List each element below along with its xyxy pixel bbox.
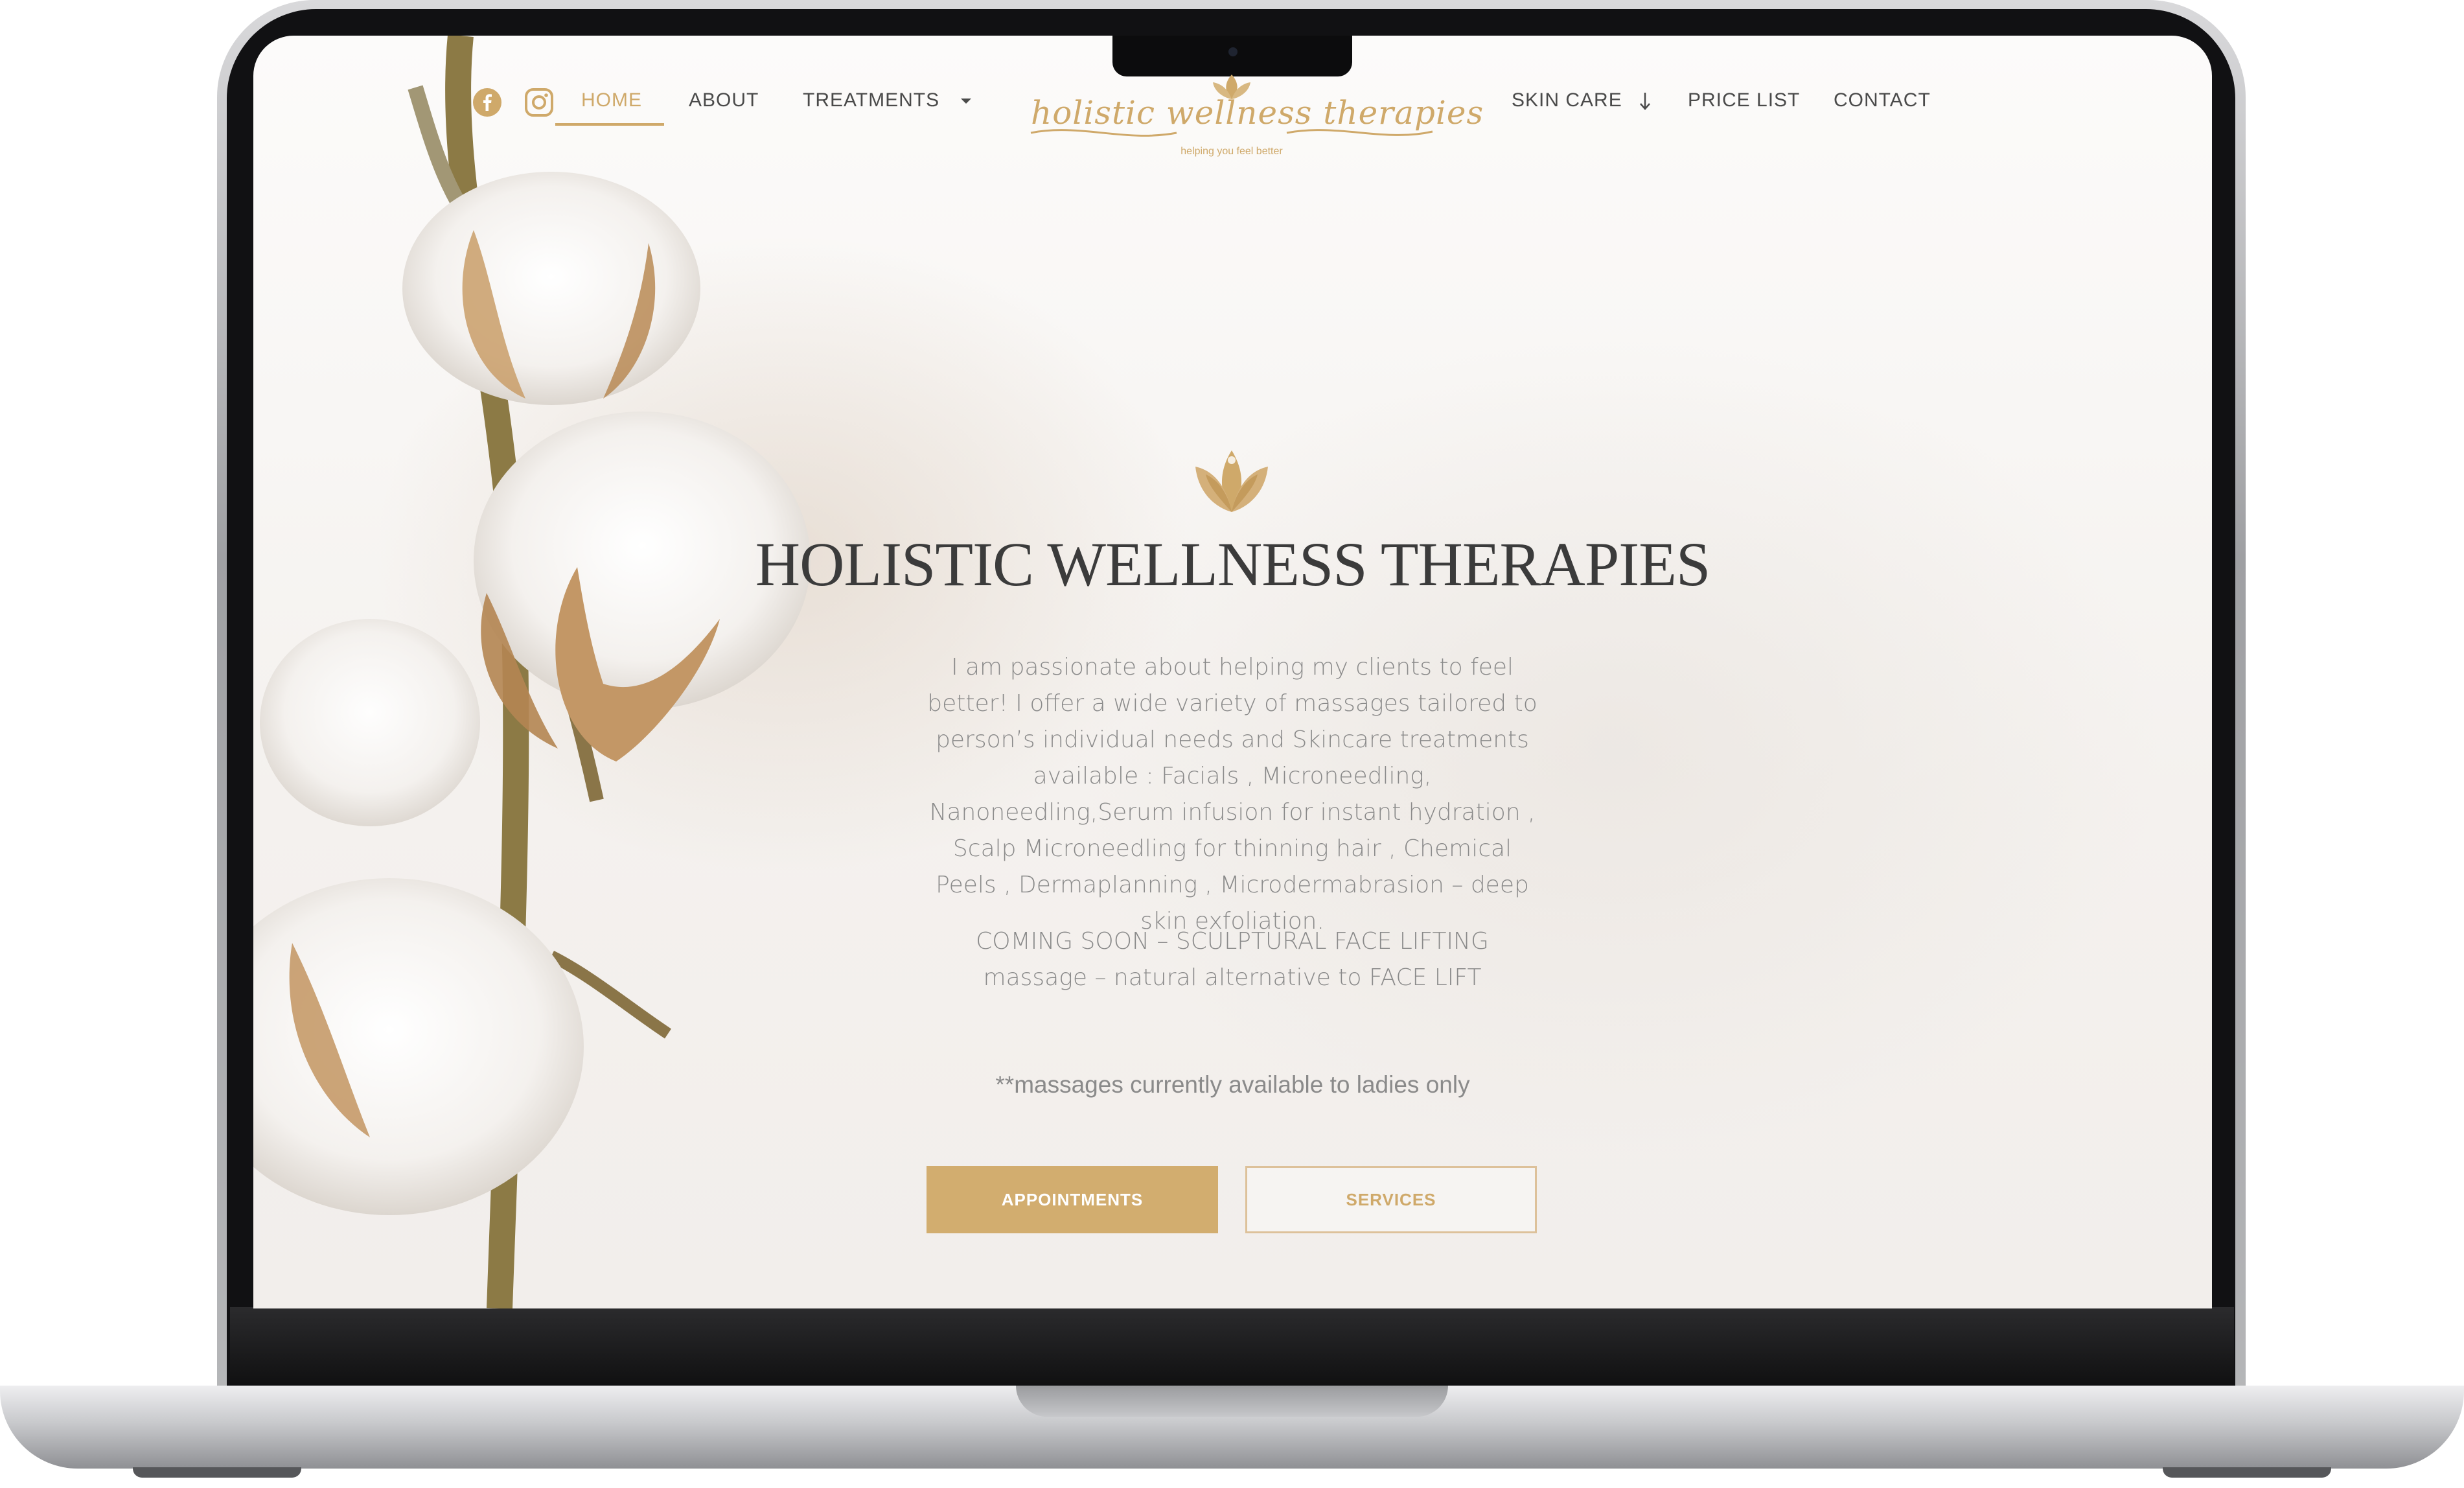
caret-down-icon [961, 99, 972, 104]
instagram-icon[interactable] [524, 87, 554, 117]
hero-title: HOLISTIC WELLNESS THERAPIES [755, 529, 1710, 599]
laptop-foot-right [2163, 1467, 2331, 1478]
nav-active-underline [555, 123, 664, 126]
services-button[interactable]: SERVICES [1245, 1166, 1537, 1233]
nav-skin-care[interactable]: SKIN CARE [1512, 89, 1652, 111]
nav-contact[interactable]: CONTACT [1834, 89, 1931, 111]
laptop-opening-notch [1016, 1386, 1448, 1417]
nav-about[interactable]: ABOUT [689, 89, 759, 111]
lotus-icon [1195, 450, 1268, 512]
cotton-branch-image [253, 36, 811, 1308]
nav-skin-care-label: SKIN CARE [1512, 89, 1622, 111]
nav-price-list[interactable]: PRICE LIST [1688, 89, 1800, 111]
hero-coming-soon: COMING SOON – SCULPTURAL FACE LIFTING ma… [976, 928, 1489, 991]
arrow-down-icon [1640, 93, 1651, 110]
logo-flourish [1030, 129, 1433, 137]
camera-icon [1228, 47, 1238, 56]
facebook-icon[interactable] [472, 87, 502, 117]
hero-paragraph: I am passionate about helping my clients… [927, 654, 1537, 935]
laptop-foot-left [133, 1467, 301, 1478]
logo-tagline: helping you feel better [1180, 146, 1283, 157]
hero-note: **massages currently available to ladies… [995, 1071, 1470, 1098]
nav-home[interactable]: HOME [581, 89, 642, 111]
nav-treatments[interactable]: TREATMENTS [803, 89, 973, 111]
nav-treatments-label: TREATMENTS [803, 89, 940, 111]
appointments-button[interactable]: APPOINTMENTS [927, 1166, 1218, 1233]
laptop-chin [230, 1307, 2234, 1395]
browser-screen: HOME ABOUT TREATMENTS holistic wellness … [253, 36, 2212, 1308]
